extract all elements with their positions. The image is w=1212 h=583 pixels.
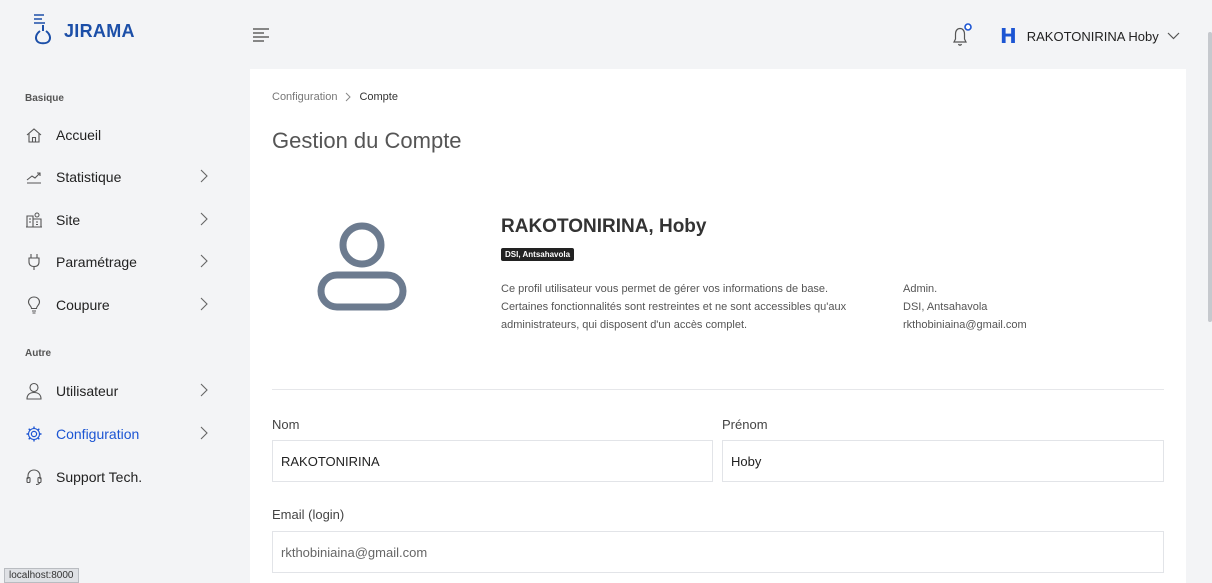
nom-label: Nom <box>272 417 300 432</box>
sidebar-item-parametrage[interactable]: Paramétrage <box>24 247 224 277</box>
gear-icon <box>24 424 44 444</box>
top-bar: JIRAMA H RAKOTONIRINA Hoby <box>0 0 1212 70</box>
bell-icon[interactable] <box>950 22 974 53</box>
profile-meta: Admin. DSI, Antsahavola rkthobiniaina@gm… <box>903 280 1027 334</box>
avatar: H <box>1000 24 1017 48</box>
lightbulb-icon <box>24 295 44 315</box>
sidebar: Basique Accueil Statistique Site Paramét… <box>0 70 240 583</box>
prenom-input[interactable] <box>722 440 1164 482</box>
status-url-tooltip: localhost:8000 <box>4 568 79 583</box>
chevron-right-icon <box>200 297 208 311</box>
sidebar-item-coupure[interactable]: Coupure <box>24 290 224 320</box>
sidebar-item-label: Accueil <box>56 127 102 143</box>
chevron-right-icon <box>346 92 352 102</box>
trend-icon <box>24 167 44 187</box>
plug-icon <box>24 252 44 272</box>
breadcrumb-current: Compte <box>359 91 398 103</box>
profile-role: Admin. <box>903 283 938 295</box>
department-badge: DSI, Antsahavola <box>501 248 575 261</box>
headset-icon <box>24 467 44 487</box>
sidebar-item-label: Configuration <box>56 426 140 442</box>
sidebar-item-label: Coupure <box>56 297 110 313</box>
profile-email: rkthobiniaina@gmail.com <box>903 319 1027 331</box>
section-title-autre: Autre <box>25 348 52 359</box>
user-icon <box>24 381 44 401</box>
account-card: Configuration Compte Gestion du Compte R… <box>250 69 1186 583</box>
chevron-down-icon <box>1167 32 1180 40</box>
sidebar-item-label: Paramétrage <box>56 254 137 270</box>
profile-avatar-icon <box>314 219 410 316</box>
home-icon <box>24 125 44 145</box>
page-title: Gestion du Compte <box>272 128 462 153</box>
nom-input[interactable] <box>272 440 713 482</box>
user-name: RAKOTONIRINA Hoby <box>1026 28 1159 44</box>
chevron-right-icon <box>200 383 208 397</box>
sidebar-item-support[interactable]: Support Tech. <box>24 462 224 492</box>
menu-toggle-icon[interactable] <box>252 28 270 47</box>
profile-department: DSI, Antsahavola <box>903 301 988 313</box>
divider <box>272 389 1164 390</box>
chevron-right-icon <box>200 212 208 226</box>
building-icon <box>24 210 44 230</box>
water-tap-icon <box>34 14 51 45</box>
sidebar-item-configuration[interactable]: Configuration <box>24 419 224 449</box>
chevron-right-icon <box>200 169 208 183</box>
app-name: JIRAMA <box>64 21 135 41</box>
sidebar-item-label: Utilisateur <box>56 383 119 399</box>
email-label: Email (login) <box>272 507 345 522</box>
sidebar-item-site[interactable]: Site <box>24 205 224 235</box>
profile-name: RAKOTONIRINA, Hoby <box>501 216 707 237</box>
email-input[interactable] <box>272 531 1164 573</box>
sidebar-item-statistique[interactable]: Statistique <box>24 162 224 192</box>
scrollbar-thumb[interactable] <box>1208 32 1212 322</box>
section-title-basique: Basique <box>25 93 64 104</box>
prenom-label: Prénom <box>722 417 768 432</box>
breadcrumb-parent[interactable]: Configuration <box>272 91 337 103</box>
sidebar-item-label: Site <box>56 212 81 228</box>
chevron-right-icon <box>200 426 208 440</box>
sidebar-item-label: Statistique <box>56 169 122 185</box>
app-logo[interactable]: JIRAMA <box>32 12 135 46</box>
sidebar-item-utilisateur[interactable]: Utilisateur <box>24 376 224 406</box>
user-menu[interactable]: H RAKOTONIRINA Hoby <box>1000 24 1180 48</box>
sidebar-item-accueil[interactable]: Accueil <box>24 120 224 150</box>
chevron-right-icon <box>200 254 208 268</box>
breadcrumb: Configuration Compte <box>272 91 398 103</box>
profile-description: Ce profil utilisateur vous permet de gér… <box>501 283 847 331</box>
sidebar-item-label: Support Tech. <box>56 469 143 485</box>
